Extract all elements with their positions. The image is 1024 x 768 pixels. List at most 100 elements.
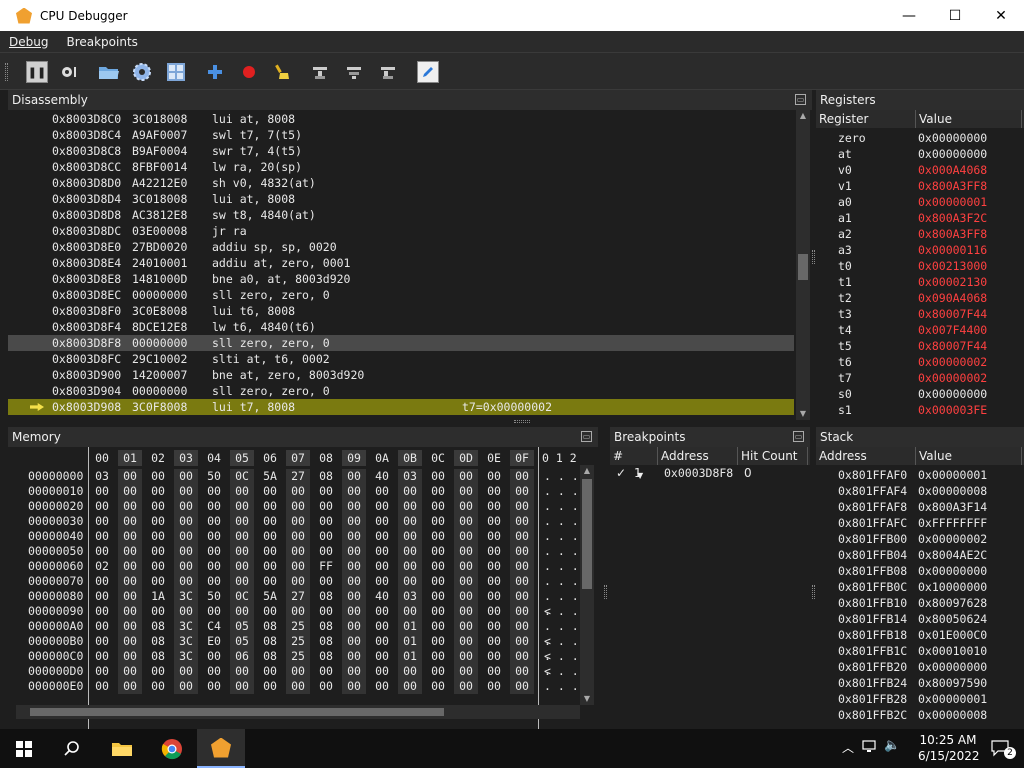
open-file-button[interactable] [98, 61, 120, 83]
memory-byte[interactable]: 00 [90, 484, 114, 499]
memory-byte[interactable]: 00 [398, 664, 422, 679]
memory-byte[interactable]: 00 [202, 679, 226, 694]
memory-byte[interactable]: 00 [90, 649, 114, 664]
memory-byte[interactable]: 00 [230, 664, 254, 679]
memory-byte[interactable]: 00 [370, 604, 394, 619]
memory-row[interactable]: 00000040 00 00 00 00 00 00 00 00 00 00 00 00 00 00 00 00… [16, 529, 588, 544]
memory-byte[interactable]: 00 [146, 499, 170, 514]
chevron-up-icon[interactable]: ︿ [842, 739, 854, 756]
memory-byte[interactable]: 00 [482, 544, 506, 559]
instruction-row[interactable]: 0x8003D8FC 29C10002 slti at, t6, 0002 [8, 351, 794, 367]
memory-byte[interactable]: 00 [174, 529, 198, 544]
column-number[interactable]: # ▼ [610, 447, 658, 480]
register-row[interactable]: t0 0x00213000 [816, 258, 1024, 274]
memory-byte[interactable]: 00 [342, 499, 366, 514]
memory-byte[interactable]: 00 [342, 664, 366, 679]
memory-byte[interactable]: 00 [286, 544, 310, 559]
memory-byte[interactable]: 00 [202, 529, 226, 544]
instruction-row[interactable]: 0x8003D8DC 03E00008 jr ra [8, 223, 794, 239]
stack-row[interactable]: 0x801FFAF8 0x800A3F14 [816, 499, 1024, 515]
memory-byte[interactable]: 00 [314, 544, 338, 559]
register-row[interactable]: t1 0x00002130 [816, 274, 1024, 290]
hscrollbar-thumb[interactable] [30, 708, 444, 716]
memory-byte[interactable]: 08 [146, 634, 170, 649]
memory-byte[interactable]: 00 [342, 589, 366, 604]
stack-row[interactable]: 0x801FFAF4 0x00000008 [816, 483, 1024, 499]
memory-byte[interactable]: 00 [398, 484, 422, 499]
memory-byte[interactable]: 00 [454, 634, 478, 649]
stack-row[interactable]: 0x801FFB04 0x8004AE2C [816, 547, 1024, 563]
memory-byte[interactable]: 00 [230, 574, 254, 589]
memory-byte[interactable]: 00 [454, 544, 478, 559]
column-address[interactable]: Address [816, 447, 916, 465]
memory-byte[interactable]: 00 [482, 484, 506, 499]
memory-byte[interactable]: 00 [118, 634, 142, 649]
memory-row[interactable]: 00000070 00 00 00 00 00 00 00 00 00 00 00 00 00 00 00 00… [16, 574, 588, 589]
vertical-splitter[interactable] [812, 250, 815, 264]
memory-byte[interactable]: 00 [174, 664, 198, 679]
memory-byte[interactable]: 50 [202, 469, 226, 484]
memory-byte[interactable]: 08 [314, 634, 338, 649]
instruction-row[interactable]: 0x8003D8C4 A9AF0007 swl t7, 7(t5) [8, 127, 794, 143]
minimize-button[interactable]: — [886, 0, 932, 31]
memory-byte[interactable]: 00 [286, 679, 310, 694]
pause-button[interactable]: ❚❚ [26, 61, 48, 83]
memory-byte[interactable]: 00 [342, 604, 366, 619]
memory-byte[interactable]: 08 [314, 619, 338, 634]
memory-row[interactable]: 00000020 00 00 00 00 00 00 00 00 00 00 00 00 00 00 00 00… [16, 499, 588, 514]
memory-byte[interactable]: 00 [398, 574, 422, 589]
memory-byte[interactable]: 00 [454, 589, 478, 604]
memory-byte[interactable]: 00 [482, 664, 506, 679]
register-row[interactable]: t4 0x007F4400 [816, 322, 1024, 338]
memory-row[interactable]: 00000090 00 00 00 00 00 00 00 00 00 00 00 00 00 00 00 00… [16, 604, 588, 619]
memory-byte[interactable]: 00 [174, 544, 198, 559]
memory-byte[interactable]: 25 [286, 619, 310, 634]
memory-byte[interactable]: 00 [426, 484, 450, 499]
memory-byte[interactable]: 00 [314, 499, 338, 514]
memory-byte[interactable]: 00 [314, 514, 338, 529]
memory-byte[interactable]: 00 [510, 619, 534, 634]
instruction-row[interactable]: 0x8003D8D8 AC3812E8 sw t8, 4840(at) [8, 207, 794, 223]
memory-byte[interactable]: 00 [482, 604, 506, 619]
memory-byte[interactable]: 00 [454, 619, 478, 634]
memory-byte[interactable]: 5A [258, 589, 282, 604]
memory-byte[interactable]: 08 [314, 649, 338, 664]
register-row[interactable]: a2 0x800A3FF8 [816, 226, 1024, 242]
memory-scrollbar[interactable]: ▲ ▼ [580, 465, 594, 705]
network-icon[interactable] [862, 739, 878, 756]
memory-byte[interactable]: 00 [510, 664, 534, 679]
memory-byte[interactable]: 00 [370, 634, 394, 649]
column-value[interactable]: Value [916, 447, 1022, 465]
notifications-button[interactable]: 2 [990, 739, 1016, 759]
debugger-app-button[interactable] [197, 729, 245, 768]
memory-byte[interactable]: 08 [258, 619, 282, 634]
register-row[interactable]: t6 0x00000002 [816, 354, 1024, 370]
memory-byte[interactable]: 00 [482, 679, 506, 694]
clear-button[interactable] [271, 61, 293, 83]
memory-byte[interactable]: 00 [146, 559, 170, 574]
memory-byte[interactable]: 00 [398, 529, 422, 544]
add-button[interactable] [204, 61, 226, 83]
memory-byte[interactable]: 50 [202, 589, 226, 604]
memory-byte[interactable]: 00 [482, 514, 506, 529]
instruction-row[interactable]: 0x8003D900 14200007 bne at, zero, 8003d920 [8, 367, 794, 383]
memory-byte[interactable]: 00 [370, 619, 394, 634]
memory-byte[interactable]: 00 [118, 499, 142, 514]
register-row[interactable]: t7 0x00000002 [816, 370, 1024, 386]
memory-byte[interactable]: 00 [370, 529, 394, 544]
memory-byte[interactable]: 00 [146, 484, 170, 499]
dock-icon[interactable]: ▭ [793, 431, 804, 442]
memory-byte[interactable]: 00 [426, 499, 450, 514]
memory-byte[interactable]: 00 [146, 574, 170, 589]
memory-byte[interactable]: 00 [174, 604, 198, 619]
memory-byte[interactable]: 00 [510, 649, 534, 664]
memory-byte[interactable]: 00 [286, 529, 310, 544]
register-row[interactable]: a3 0x00000116 [816, 242, 1024, 258]
stack-row[interactable]: 0x801FFB18 0x01E000C0 [816, 627, 1024, 643]
memory-byte[interactable]: 00 [510, 634, 534, 649]
memory-byte[interactable]: 00 [370, 664, 394, 679]
memory-byte[interactable]: 00 [398, 499, 422, 514]
register-row[interactable]: t2 0x090A4068 [816, 290, 1024, 306]
settings-button[interactable] [131, 61, 153, 83]
memory-byte[interactable]: 05 [230, 634, 254, 649]
